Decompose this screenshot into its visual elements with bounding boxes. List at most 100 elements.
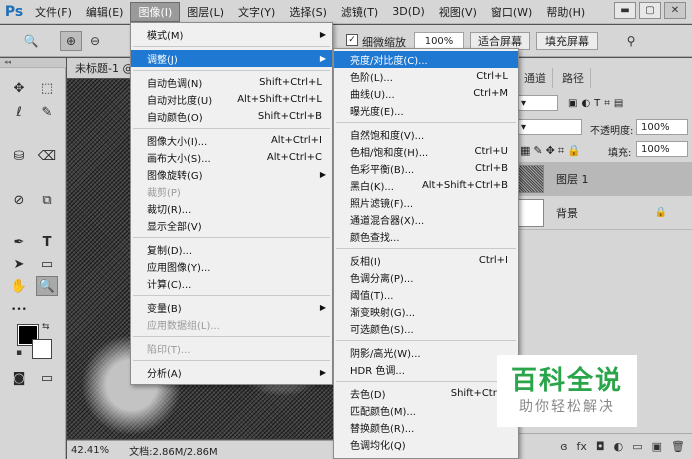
menu-item[interactable]: 文字(Y) xyxy=(231,2,282,22)
layer-filter-select[interactable]: ▾ xyxy=(516,95,558,111)
menu-option[interactable]: 可选颜色(S)... xyxy=(334,320,518,337)
opacity-input[interactable]: 100% xyxy=(636,119,688,135)
screen-mode-icon[interactable]: ▭ xyxy=(36,368,58,388)
tab-channels[interactable]: 通道 xyxy=(518,68,553,88)
menu-option[interactable]: 应用图像(Y)... xyxy=(131,258,332,275)
menu-item[interactable]: 帮助(H) xyxy=(539,2,592,22)
menu-item[interactable]: 选择(S) xyxy=(282,2,334,22)
marquee-tool-icon[interactable]: ⬚ xyxy=(36,78,58,98)
menu-option[interactable]: 反相(I) Ctrl+I xyxy=(334,252,518,269)
menu-option[interactable]: 画布大小(S)... Alt+Ctrl+C xyxy=(131,149,332,166)
menu-option[interactable]: 亮度/对比度(C)... xyxy=(334,51,518,68)
menu-option[interactable]: 渐变映射(G)... xyxy=(334,303,518,320)
menu-option[interactable]: 计算(C)... xyxy=(131,275,332,292)
menu-option[interactable]: 自动颜色(O) Shift+Ctrl+B xyxy=(131,108,332,125)
menu-item[interactable]: 滤镜(T) xyxy=(334,2,385,22)
layer-row-background[interactable]: 背景 🔒 xyxy=(498,196,692,230)
menu-option[interactable]: 图像旋转(G) ▶ xyxy=(131,166,332,183)
menu-option[interactable]: 曝光度(E)... xyxy=(334,102,518,119)
menu-option[interactable]: 模式(M) ▶ xyxy=(131,26,332,43)
menu-option[interactable]: 显示全部(V) xyxy=(131,217,332,234)
menu-option[interactable]: 阈值(T)... xyxy=(334,286,518,303)
menu-option[interactable]: 黑白(K)... Alt+Shift+Ctrl+B xyxy=(334,177,518,194)
new-layer-icon[interactable]: ▣ xyxy=(652,440,662,453)
path-selection-icon[interactable]: ➤ xyxy=(8,254,30,274)
healing-brush-icon[interactable]: ⛁ xyxy=(8,146,30,166)
quick-mask-icon[interactable]: ◙ xyxy=(8,368,30,388)
search-icon[interactable]: ⚲ xyxy=(620,31,642,51)
menu-option[interactable]: 去色(D) Shift+Ctrl+ xyxy=(334,385,518,402)
hand-tool-icon[interactable]: ✋ xyxy=(8,276,30,296)
document-info[interactable]: 文档:2.86M/2.86M xyxy=(129,443,218,458)
menu-option[interactable]: 调整(J) ▶ xyxy=(131,50,332,67)
add-mask-icon[interactable]: ◘ xyxy=(596,440,605,453)
scrubby-zoom-checkbox[interactable]: ✓ xyxy=(346,34,358,46)
trash-icon[interactable]: 🗑 xyxy=(671,440,685,453)
blend-mode-select[interactable]: ▾ xyxy=(516,119,582,135)
menu-item[interactable]: 视图(V) xyxy=(432,2,484,22)
menu-option[interactable]: 匹配颜色(M)... xyxy=(334,402,518,419)
menu-item[interactable]: 编辑(E) xyxy=(79,2,131,22)
tab-paths[interactable]: 路径 xyxy=(556,68,591,88)
minimize-button[interactable]: ▬ xyxy=(614,2,636,19)
gradient-tool-icon[interactable]: ⧉ xyxy=(36,190,58,210)
link-layers-icon[interactable]: ɞ xyxy=(560,440,567,453)
menu-item[interactable]: 3D(D) xyxy=(385,2,432,22)
zoom-in-icon[interactable]: ⊕ xyxy=(60,31,82,51)
brush-tool-icon[interactable]: ⌫ xyxy=(36,146,58,166)
menu-option[interactable]: 通道混合器(X)... xyxy=(334,211,518,228)
menu-option[interactable]: 裁切(R)... xyxy=(131,200,332,217)
menu-option[interactable]: 变量(B) ▶ xyxy=(131,299,332,316)
menu-option[interactable]: 自然饱和度(V)... xyxy=(334,126,518,143)
menu-item[interactable]: 图层(L) xyxy=(180,2,231,22)
menu-item[interactable]: 图像(I) xyxy=(130,1,181,22)
menu-item[interactable]: 文件(F) xyxy=(28,2,79,22)
menu-option[interactable]: 自动色调(N) Shift+Ctrl+L xyxy=(131,74,332,91)
new-group-icon[interactable]: ▭ xyxy=(632,440,642,453)
lock-icons[interactable]: ▦✎✥⌗🔒 xyxy=(520,144,584,158)
fill-input[interactable]: 100% xyxy=(636,141,688,157)
menu-option[interactable]: 色调均化(Q) xyxy=(334,436,518,453)
more-tools-icon[interactable]: ••• xyxy=(8,300,30,320)
menu-option[interactable]: 色相/饱和度(H)... Ctrl+U xyxy=(334,143,518,160)
menu-option[interactable]: 自动对比度(U) Alt+Shift+Ctrl+L xyxy=(131,91,332,108)
tools-grip[interactable]: ◂◂ xyxy=(0,58,66,68)
type-tool-icon[interactable]: T xyxy=(36,232,58,252)
menu-option[interactable]: 陷印(T)... xyxy=(131,340,332,357)
zoom-level[interactable]: 42.41% xyxy=(71,445,109,456)
menu-option[interactable]: 照片滤镜(F)... xyxy=(334,194,518,211)
zoom-out-icon[interactable]: ⊖ xyxy=(84,31,106,51)
lasso-tool-icon[interactable]: ℓ xyxy=(8,102,30,122)
menu-option[interactable]: 图像大小(I)... Alt+Ctrl+I xyxy=(131,132,332,149)
menu-item[interactable]: 窗口(W) xyxy=(484,2,539,22)
default-colors-icon[interactable]: ▪ xyxy=(16,348,22,358)
zoom-tool-preset-icon[interactable]: 🔍 xyxy=(18,31,44,51)
adjustment-layer-icon[interactable]: ◐ xyxy=(614,440,624,453)
fill-screen-button[interactable]: 填充屏幕 xyxy=(536,32,598,50)
menu-option[interactable]: 阴影/高光(W)... xyxy=(334,344,518,361)
fx-icon[interactable]: fx xyxy=(577,440,587,453)
maximize-button[interactable]: ▢ xyxy=(639,2,661,19)
background-color-swatch[interactable] xyxy=(32,339,52,359)
menu-option[interactable]: 色彩平衡(B)... Ctrl+B xyxy=(334,160,518,177)
pen-tool-icon[interactable]: ✒ xyxy=(8,232,30,252)
menu-option[interactable]: 色调分离(P)... xyxy=(334,269,518,286)
menu-option[interactable]: 复制(D)... xyxy=(131,241,332,258)
menu-option[interactable]: 色阶(L)... Ctrl+L xyxy=(334,68,518,85)
menu-option[interactable]: 分析(A) ▶ xyxy=(131,364,332,381)
layer-filter-icons[interactable]: ▣◐T⌗▤ xyxy=(568,98,688,109)
menu-option[interactable]: 应用数据组(L)... xyxy=(131,316,332,333)
menu-option[interactable]: HDR 色调... xyxy=(334,361,518,378)
menu-option[interactable]: 替换颜色(R)... xyxy=(334,419,518,436)
move-tool-icon[interactable]: ✥ xyxy=(8,78,30,98)
menu-option[interactable]: 裁剪(P) xyxy=(131,183,332,200)
close-button[interactable]: ✕ xyxy=(664,2,686,19)
layer-row-1[interactable]: 图层 1 xyxy=(498,162,692,196)
menu-option[interactable]: 颜色查找... xyxy=(334,228,518,245)
zoom-tool-icon[interactable]: 🔍 xyxy=(36,276,58,296)
swap-colors-icon[interactable]: ⇆ xyxy=(42,322,50,332)
document-tab[interactable]: 未标题-1 @ xyxy=(67,58,137,78)
eraser-tool-icon[interactable]: ⊘ xyxy=(8,190,30,210)
rectangle-tool-icon[interactable]: ▭ xyxy=(36,254,58,274)
magic-wand-icon[interactable]: ✎ xyxy=(36,102,58,122)
